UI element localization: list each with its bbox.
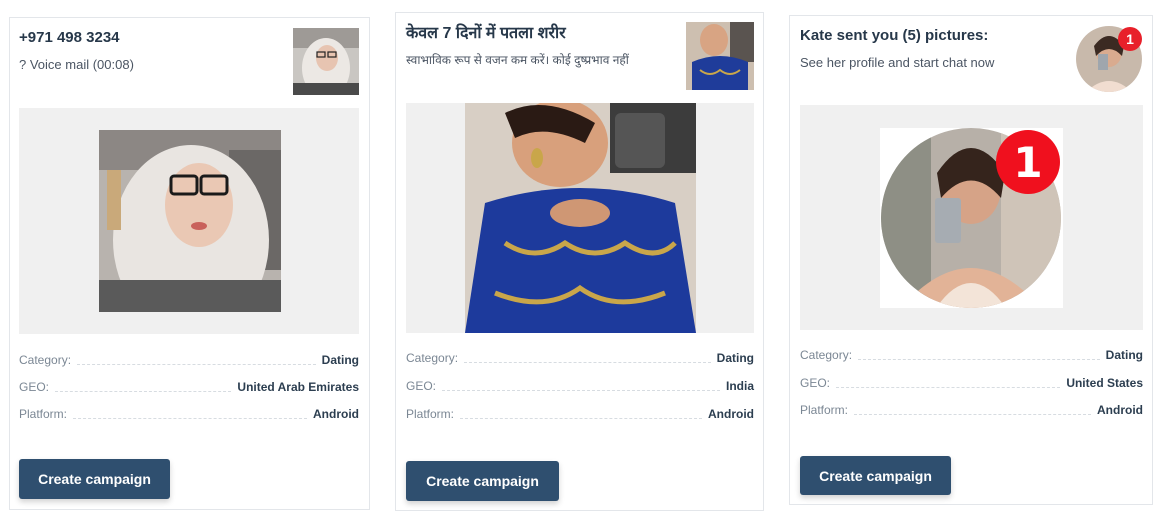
- notification-subtitle: ? Voice mail (00:08): [19, 57, 134, 72]
- notification-badge: 1: [1118, 27, 1142, 51]
- meta-row-platform: Platform: Android: [800, 399, 1143, 417]
- meta-key: GEO:: [406, 379, 437, 393]
- meta-divider: [460, 418, 702, 419]
- notification-subtitle: See her profile and start chat now: [800, 55, 995, 70]
- creative-image: [465, 103, 696, 333]
- meta-value: Android: [1097, 403, 1143, 417]
- meta-row-geo: GEO: United Arab Emirates: [19, 376, 359, 394]
- meta-divider: [464, 362, 711, 363]
- meta-key: GEO:: [19, 380, 50, 394]
- meta-divider: [854, 414, 1091, 415]
- meta-row-category: Category: Dating: [406, 347, 754, 365]
- notification-title: +971 498 3234: [19, 29, 120, 46]
- meta-row-platform: Platform: Android: [19, 403, 359, 421]
- meta-key: Platform:: [800, 403, 849, 417]
- campaign-card: Kate sent you (5) pictures: See her prof…: [789, 15, 1153, 505]
- create-campaign-button[interactable]: Create campaign: [800, 456, 951, 495]
- create-campaign-button[interactable]: Create campaign: [19, 459, 170, 499]
- meta-divider: [836, 387, 1061, 388]
- meta-value: Dating: [1105, 348, 1143, 362]
- meta-row-category: Category: Dating: [19, 349, 359, 367]
- meta-key: Category:: [406, 351, 459, 365]
- meta-key: GEO:: [800, 376, 831, 390]
- meta-key: Platform:: [406, 407, 455, 421]
- meta-row-geo: GEO: India: [406, 375, 754, 393]
- meta-value: United States: [1066, 376, 1143, 390]
- notification-title: केवल 7 दिनों में पतला शरीर: [406, 25, 566, 42]
- meta-value: India: [725, 379, 754, 393]
- meta-key: Platform:: [19, 407, 68, 421]
- notification-subtitle: स्वाभाविक रूप से वजन कम करें। कोई दुष्प्…: [406, 53, 629, 67]
- creative-image: [99, 130, 281, 312]
- meta-row-platform: Platform: Android: [406, 403, 754, 421]
- meta-row-geo: GEO: United States: [800, 372, 1143, 390]
- notification-thumbnail: [686, 22, 754, 90]
- meta-key: Category:: [800, 348, 853, 362]
- meta-divider: [442, 390, 720, 391]
- notification-thumbnail: [293, 28, 359, 95]
- meta-value: United Arab Emirates: [237, 380, 359, 394]
- meta-value: Dating: [321, 353, 359, 367]
- meta-value: Dating: [716, 351, 754, 365]
- meta-key: Category:: [19, 353, 72, 367]
- notification-title: Kate sent you (5) pictures:: [800, 27, 989, 44]
- campaign-card: केवल 7 दिनों में पतला शरीर स्वाभाविक रूप…: [395, 12, 764, 511]
- meta-value: Android: [708, 407, 754, 421]
- notification-badge: 1: [996, 130, 1060, 194]
- campaign-card: +971 498 3234 ? Voice mail (00:08) Categ…: [9, 17, 370, 510]
- meta-row-category: Category: Dating: [800, 344, 1143, 362]
- meta-value: Android: [313, 407, 359, 421]
- meta-divider: [858, 359, 1100, 360]
- create-campaign-button[interactable]: Create campaign: [406, 461, 559, 501]
- creative-image-frame: 1: [880, 128, 1063, 308]
- meta-divider: [73, 418, 307, 419]
- meta-divider: [77, 364, 316, 365]
- meta-divider: [55, 391, 232, 392]
